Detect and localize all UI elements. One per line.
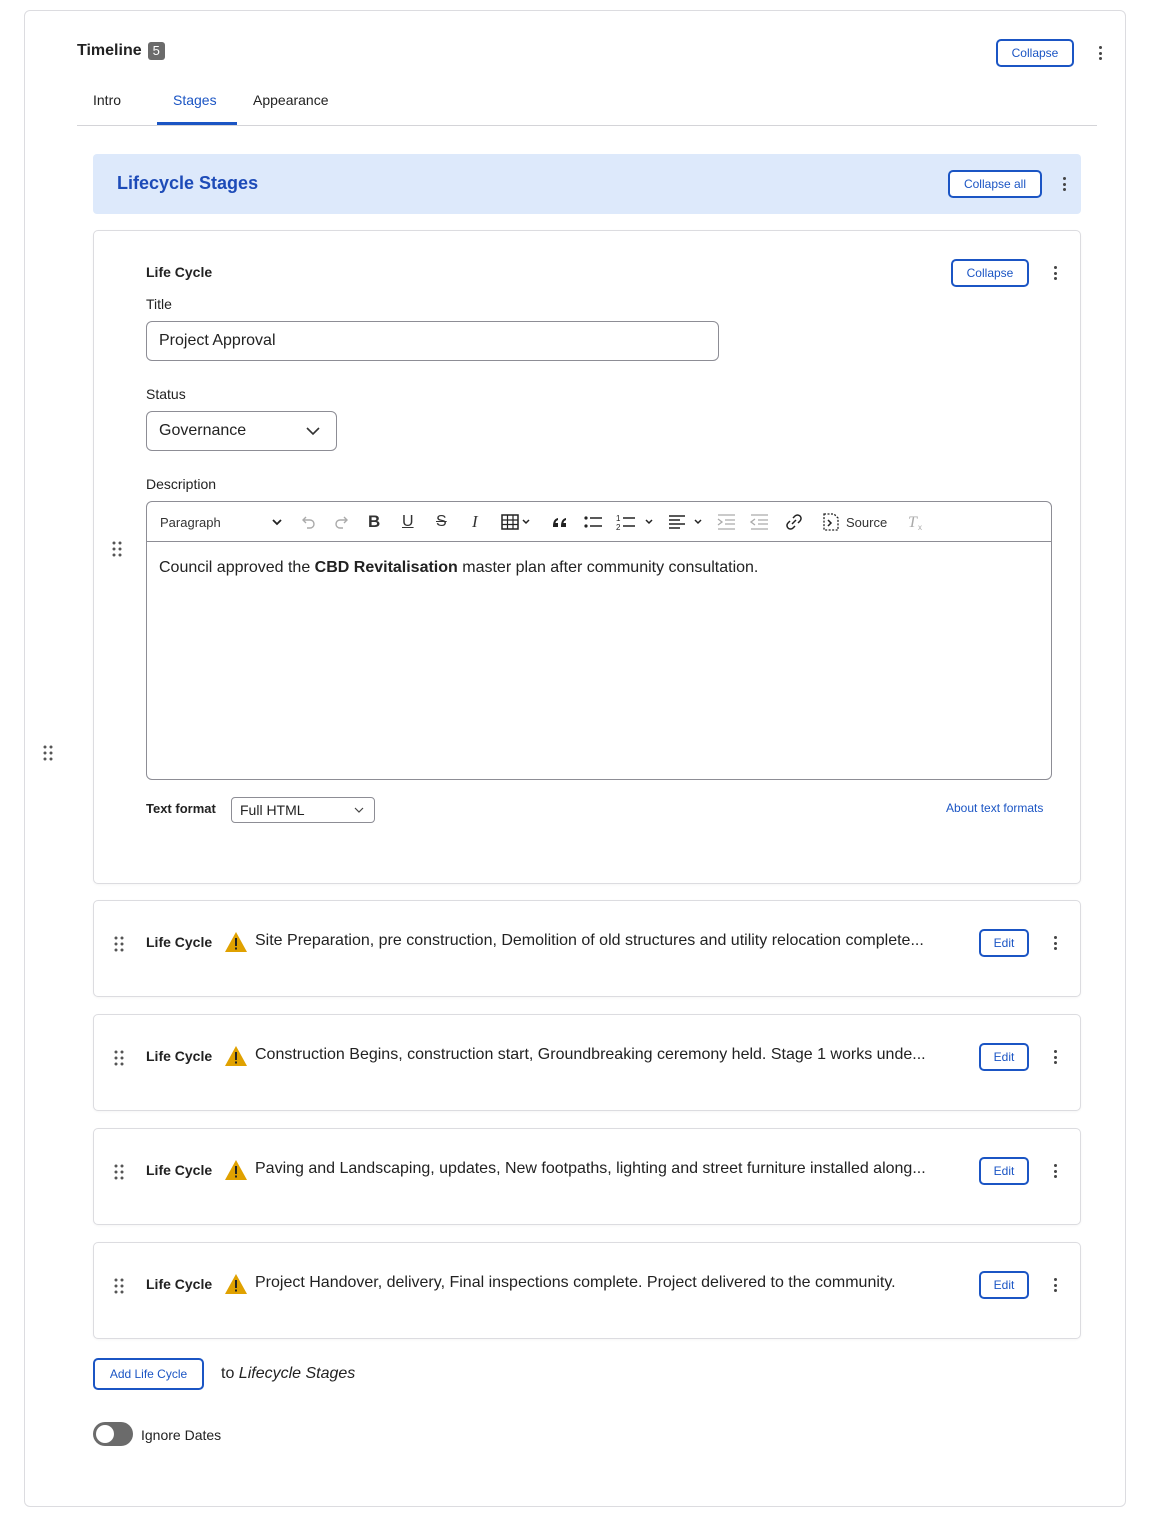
about-text-formats-link[interactable]: About text formats xyxy=(946,801,1043,815)
drag-handle-icon[interactable] xyxy=(113,1163,125,1181)
outdent-icon[interactable] xyxy=(750,512,770,532)
text-format-select[interactable]: Full HTML xyxy=(231,797,375,823)
tab-stages[interactable]: Stages xyxy=(173,92,217,108)
tab-intro[interactable]: Intro xyxy=(93,92,121,108)
more-actions-icon[interactable] xyxy=(1095,43,1105,63)
paragraph-format-label: Paragraph xyxy=(160,514,221,530)
source-label: Source xyxy=(846,514,888,530)
drag-handle-icon[interactable] xyxy=(111,540,123,558)
chevron-down-icon xyxy=(272,519,282,526)
source-button[interactable]: Source xyxy=(820,512,887,532)
warning-icon xyxy=(225,1160,247,1180)
drag-handle-icon[interactable] xyxy=(113,1277,125,1295)
group-title: Lifecycle Stages xyxy=(117,173,259,193)
status-label: Status xyxy=(146,386,186,402)
collapse-paragraph-button[interactable]: Collapse xyxy=(996,39,1074,67)
align-icon[interactable] xyxy=(668,512,708,532)
lifecycle-item-collapsed: Life Cycle Paving and Landscaping, updat… xyxy=(93,1128,1081,1225)
italic-icon[interactable]: I xyxy=(472,512,478,532)
remove-format-icon[interactable]: Tx xyxy=(906,512,926,532)
table-icon[interactable] xyxy=(501,512,531,532)
item-summary: Construction Begins, construction start,… xyxy=(255,1046,926,1063)
warning-icon xyxy=(225,1274,247,1294)
item-summary: Project Handover, delivery, Final inspec… xyxy=(255,1274,896,1291)
drag-handle-icon[interactable] xyxy=(113,935,125,953)
warning-icon xyxy=(225,1046,247,1066)
active-tab-indicator xyxy=(157,122,237,125)
rich-text-editor[interactable]: Paragraph B U S I 12 Source Tx Council a… xyxy=(146,501,1052,780)
count-badge: 5 xyxy=(147,42,165,60)
bulleted-list-icon[interactable] xyxy=(583,512,603,532)
paragraph-format-select[interactable]: Paragraph xyxy=(160,512,282,532)
add-target-text: to Lifecycle Stages xyxy=(221,1365,355,1383)
add-target-name: Lifecycle Stages xyxy=(238,1365,356,1382)
text-format-value: Full HTML xyxy=(240,802,305,818)
underline-icon[interactable]: U xyxy=(402,512,414,532)
lifecycle-item-collapsed: Life Cycle Construction Begins, construc… xyxy=(93,1014,1081,1111)
drag-handle-icon[interactable] xyxy=(42,744,54,762)
drag-handle-icon[interactable] xyxy=(113,1049,125,1067)
svg-text:T: T xyxy=(908,514,918,531)
item-more-actions-icon[interactable] xyxy=(1050,263,1060,283)
item-type-label: Life Cycle xyxy=(146,264,213,280)
tab-appearance[interactable]: Appearance xyxy=(253,92,329,108)
indent-icon[interactable] xyxy=(717,512,737,532)
content-text: master plan after community consultation… xyxy=(457,559,759,576)
add-target-prefix: to xyxy=(221,1365,239,1382)
item-more-actions-icon[interactable] xyxy=(1050,1275,1060,1295)
content-bold-text: CBD Revitalisation xyxy=(314,559,458,576)
ignore-dates-label: Ignore Dates xyxy=(141,1427,222,1443)
content-text: Council approved the xyxy=(159,559,315,576)
toggle-knob xyxy=(96,1425,114,1443)
item-type-label: Life Cycle xyxy=(146,1048,213,1064)
chevron-down-icon xyxy=(354,807,364,813)
tabs: Intro Stages Appearance xyxy=(77,86,1097,126)
item-type-label: Life Cycle xyxy=(146,1276,213,1292)
status-select-value: Governance xyxy=(159,422,247,439)
edit-button[interactable]: Edit xyxy=(979,929,1029,957)
edit-button[interactable]: Edit xyxy=(979,1043,1029,1071)
collapse-all-button[interactable]: Collapse all xyxy=(948,170,1042,198)
collapse-item-button[interactable]: Collapse xyxy=(951,259,1029,287)
editor-content[interactable]: Council approved the CBD Revitalisation … xyxy=(159,559,758,577)
warning-icon xyxy=(225,932,247,952)
item-summary: Paving and Landscaping, updates, New foo… xyxy=(255,1160,926,1177)
paragraph-title-text: Timeline xyxy=(77,42,142,59)
editor-toolbar: Paragraph B U S I 12 Source Tx xyxy=(147,502,1051,542)
title-input[interactable]: Project Approval xyxy=(146,321,719,361)
chevron-down-icon xyxy=(306,427,320,436)
group-more-actions-icon[interactable] xyxy=(1059,174,1069,194)
add-life-cycle-button[interactable]: Add Life Cycle xyxy=(93,1358,204,1390)
item-type-label: Life Cycle xyxy=(146,1162,213,1178)
svg-text:1: 1 xyxy=(616,514,621,523)
source-icon xyxy=(823,513,839,531)
paragraph-title: Timeline 5 xyxy=(77,42,165,60)
title-label: Title xyxy=(146,296,172,312)
text-format-label: Text format xyxy=(146,801,216,816)
redo-icon[interactable] xyxy=(333,512,351,532)
edit-button[interactable]: Edit xyxy=(979,1157,1029,1185)
strikethrough-icon[interactable]: S xyxy=(436,512,447,532)
status-select[interactable]: Governance xyxy=(146,411,337,451)
group-header: Lifecycle Stages xyxy=(93,154,1081,214)
item-more-actions-icon[interactable] xyxy=(1050,933,1060,953)
bold-icon[interactable]: B xyxy=(368,512,380,532)
numbered-list-icon[interactable]: 12 xyxy=(616,512,656,532)
blockquote-icon[interactable] xyxy=(551,512,569,532)
ignore-dates-toggle[interactable] xyxy=(93,1422,133,1446)
undo-icon[interactable] xyxy=(299,512,317,532)
svg-text:x: x xyxy=(918,523,922,532)
item-type-label: Life Cycle xyxy=(146,934,213,950)
item-more-actions-icon[interactable] xyxy=(1050,1047,1060,1067)
edit-button[interactable]: Edit xyxy=(979,1271,1029,1299)
item-more-actions-icon[interactable] xyxy=(1050,1161,1060,1181)
item-summary: Site Preparation, pre construction, Demo… xyxy=(255,932,924,949)
description-label: Description xyxy=(146,476,217,492)
lifecycle-item-collapsed: Life Cycle Project Handover, delivery, F… xyxy=(93,1242,1081,1339)
svg-text:2: 2 xyxy=(616,523,621,532)
link-icon[interactable] xyxy=(784,512,804,532)
lifecycle-item-collapsed: Life Cycle Site Preparation, pre constru… xyxy=(93,900,1081,997)
